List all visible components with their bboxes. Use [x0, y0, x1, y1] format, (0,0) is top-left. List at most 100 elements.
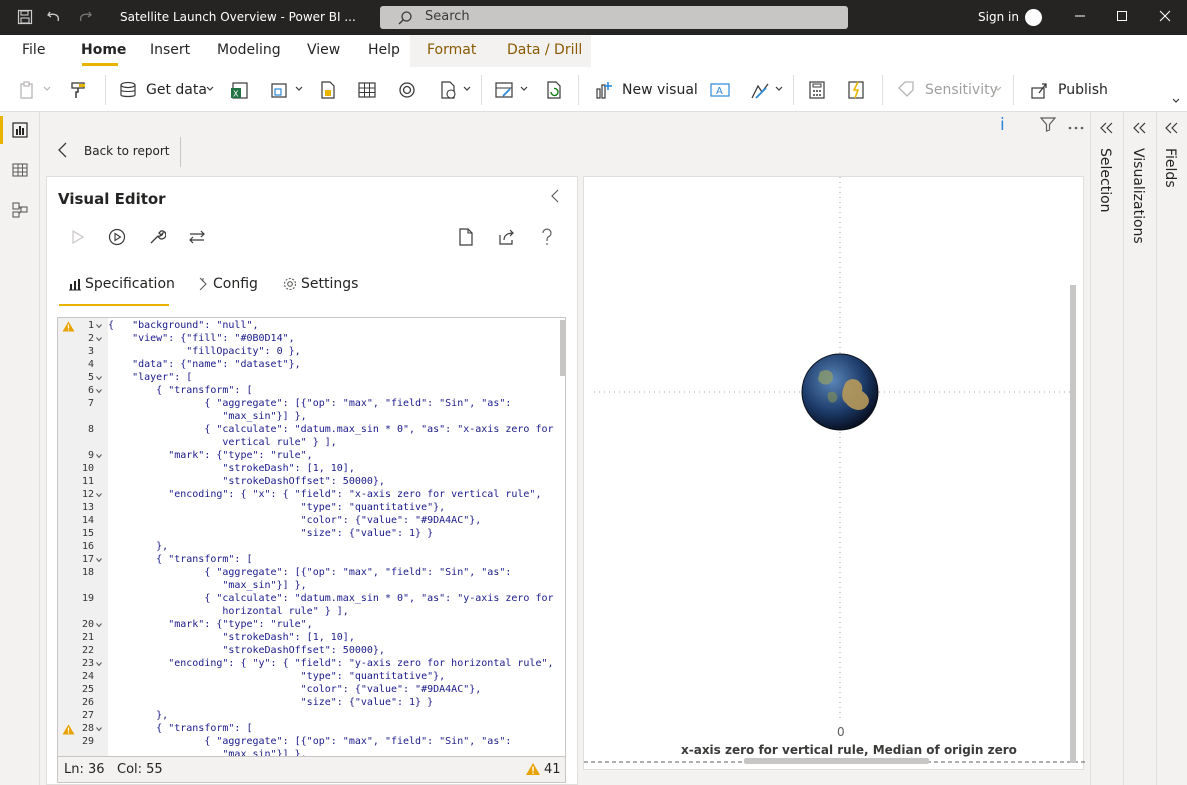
menu-insert[interactable]: Insert	[150, 42, 190, 58]
active-tab-indicator	[82, 63, 118, 66]
more-visuals-icon[interactable]	[750, 80, 770, 100]
selection-pane[interactable]: Selection	[1090, 112, 1123, 785]
menu-bar: File Home Insert Modeling View Help Form…	[0, 35, 1187, 67]
refresh-icon[interactable]	[544, 80, 564, 100]
more-visuals-chevron-down-icon[interactable]	[775, 85, 783, 93]
info-icon[interactable]: i	[1000, 115, 1005, 135]
filter-icon[interactable]	[1039, 117, 1057, 136]
fold-chevron-icon[interactable]	[96, 375, 102, 381]
format-painter-icon[interactable]	[68, 80, 88, 100]
back-chevron-icon[interactable]	[57, 142, 69, 162]
fold-chevron-icon[interactable]	[96, 492, 102, 498]
dataset-chevron-down-icon[interactable]	[295, 85, 303, 93]
fold-chevron-icon[interactable]	[96, 661, 102, 667]
visualizations-pane-label[interactable]: Visualizations	[1130, 148, 1146, 244]
tab-specification[interactable]: Specification	[85, 276, 175, 292]
warning-icon[interactable]	[525, 762, 541, 780]
paste-chevron-down-icon[interactable]	[43, 85, 51, 93]
search-label: Search	[425, 9, 470, 24]
more-options-icon[interactable]	[1068, 116, 1084, 135]
wrench-icon[interactable]	[148, 228, 167, 250]
preview-scrollbar-thumb[interactable]	[1070, 285, 1076, 763]
fields-pane[interactable]: Fields	[1156, 112, 1187, 785]
menu-view[interactable]: View	[307, 42, 340, 58]
account-avatar[interactable]	[1025, 9, 1042, 26]
new-visual-button[interactable]: New visual	[622, 82, 698, 98]
svg-text:X: X	[233, 90, 239, 99]
report-view-icon[interactable]	[12, 122, 28, 142]
refresh-schedule-chevron-down-icon[interactable]	[463, 85, 471, 93]
publish-icon[interactable]	[1029, 80, 1049, 100]
transform-data-chevron-down-icon[interactable]	[520, 85, 528, 93]
line-number: 11	[81, 476, 94, 487]
paste-icon[interactable]	[18, 80, 38, 100]
line-warning-icon[interactable]	[62, 321, 75, 332]
code-scrollbar-thumb[interactable]	[560, 320, 565, 376]
menu-modeling[interactable]: Modeling	[217, 42, 281, 58]
transform-data-icon[interactable]	[494, 80, 514, 100]
fold-chevron-icon[interactable]	[96, 622, 102, 628]
get-data-icon[interactable]	[118, 80, 138, 100]
fold-chevron-icon[interactable]	[96, 557, 102, 563]
line-number: 8	[87, 424, 94, 435]
help-icon[interactable]	[541, 228, 553, 250]
visualizations-pane[interactable]: Visualizations	[1123, 112, 1156, 785]
get-data-button[interactable]: Get data	[146, 82, 207, 98]
data-sources-icon[interactable]	[397, 80, 417, 100]
save-icon[interactable]	[16, 9, 34, 27]
fold-chevron-icon[interactable]	[96, 453, 102, 459]
sign-in-link[interactable]: Sign in	[978, 10, 1019, 24]
maximize-icon[interactable]	[1113, 9, 1131, 27]
close-icon[interactable]	[1156, 9, 1174, 27]
new-visual-icon[interactable]	[593, 80, 613, 100]
visualizations-expand-icon[interactable]	[1133, 122, 1147, 138]
preview-horizontal-scrollbar-thumb[interactable]	[744, 758, 929, 764]
get-data-chevron-down-icon[interactable]	[206, 85, 214, 93]
undo-icon[interactable]	[45, 9, 63, 27]
fields-pane-label[interactable]: Fields	[1162, 148, 1178, 188]
redo-icon[interactable]	[76, 9, 94, 27]
refresh-schedule-icon[interactable]	[438, 80, 458, 100]
text-box-icon[interactable]: A	[710, 80, 730, 100]
code-line: "view": {"fill": "#0B0D14",	[108, 333, 295, 344]
menu-format[interactable]: Format	[427, 42, 476, 58]
tab-config[interactable]: Config	[213, 276, 258, 292]
ribbon: Get data X New visual A Sensitivity Publ…	[0, 67, 1187, 112]
enter-data-icon[interactable]	[357, 80, 377, 100]
back-to-report-link[interactable]: Back to report	[84, 144, 169, 158]
swap-icon[interactable]	[188, 228, 206, 250]
fold-chevron-icon[interactable]	[96, 336, 102, 342]
search-icon	[398, 11, 412, 25]
fold-chevron-icon[interactable]	[96, 726, 102, 732]
fields-expand-icon[interactable]	[1165, 122, 1179, 138]
search-box[interactable]: Search	[380, 6, 848, 29]
new-measure-icon[interactable]	[807, 80, 827, 100]
menu-data-drill[interactable]: Data / Drill	[507, 42, 582, 58]
code-editor[interactable]: 1 2 3 4 5 6 7 8 9 10 11 12 13 14 15 16 17 18 19 20 21 22 23 24 2…	[57, 317, 566, 757]
minimize-icon[interactable]	[1071, 9, 1089, 27]
selection-expand-icon[interactable]	[1100, 122, 1114, 138]
tab-settings[interactable]: Settings	[301, 276, 358, 292]
auto-apply-icon[interactable]	[108, 228, 126, 250]
warning-count[interactable]: 41	[544, 762, 561, 777]
table-view-icon[interactable]	[12, 162, 28, 182]
excel-icon[interactable]: X	[230, 80, 250, 100]
export-icon[interactable]	[498, 228, 516, 250]
menu-home[interactable]: Home	[81, 42, 126, 58]
model-view-icon[interactable]	[12, 202, 28, 222]
code-line: "data": {"name": "dataset"},	[108, 359, 301, 370]
quick-measure-icon[interactable]	[846, 80, 866, 100]
fold-chevron-icon[interactable]	[96, 323, 102, 329]
dataset-icon[interactable]	[270, 80, 290, 100]
publish-button[interactable]: Publish	[1058, 82, 1108, 98]
new-spec-icon[interactable]	[458, 228, 474, 250]
dataverse-icon[interactable]	[318, 80, 338, 100]
fold-chevron-icon[interactable]	[96, 388, 102, 394]
cursor-column: Col: 55	[117, 762, 163, 777]
line-warning-icon[interactable]	[62, 724, 75, 735]
collapse-editor-chevron-icon[interactable]	[550, 189, 560, 207]
ribbon-collapse-chevron-icon[interactable]	[1172, 97, 1180, 105]
menu-help[interactable]: Help	[368, 42, 400, 58]
menu-file[interactable]: File	[22, 42, 45, 58]
selection-pane-label[interactable]: Selection	[1097, 148, 1113, 213]
